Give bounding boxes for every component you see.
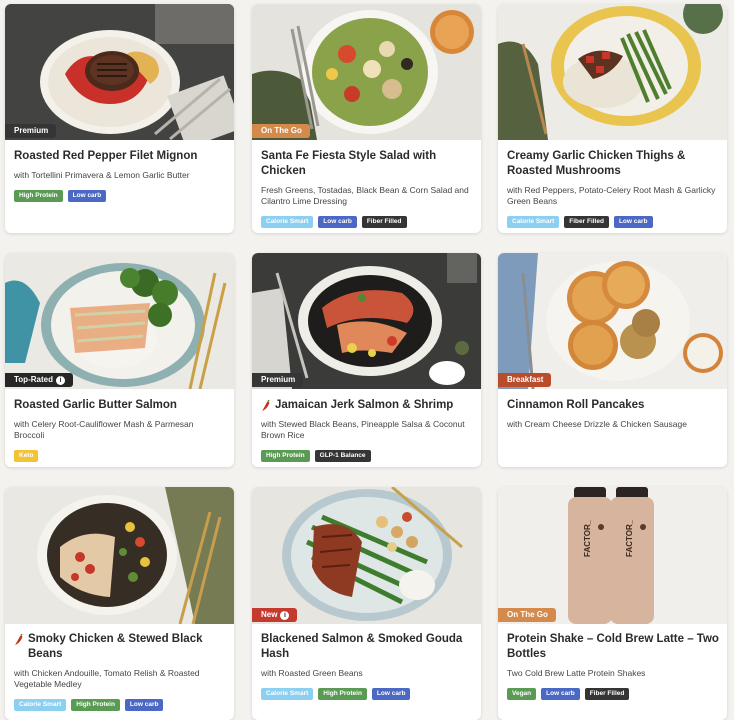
ribbon-label: On The Go	[507, 610, 548, 619]
diet-tag: Fiber Filled	[564, 216, 609, 228]
ribbon-label: Breakfast	[507, 375, 544, 384]
meal-subtitle: with Tortellini Primavera & Lemon Garlic…	[14, 170, 190, 180]
meal-title[interactable]: Roasted Garlic Butter Salmon	[14, 398, 226, 413]
ribbon-badge: Breakfast	[498, 373, 552, 387]
meal-title-text: Roasted Garlic Butter Salmon	[14, 399, 177, 411]
tag-list: High Protein Low carb	[14, 190, 226, 202]
info-icon[interactable]: i	[55, 375, 65, 385]
diet-tag: Low carb	[318, 216, 357, 228]
ribbon-label: Premium	[261, 375, 296, 384]
meal-photo[interactable]: Premium	[5, 4, 234, 140]
meal-title-text: Smoky Chicken & Stewed Black Beans	[28, 633, 203, 660]
meal-grid: Premium Roasted Red Pepper Filet Mignon …	[0, 0, 734, 720]
meal-title[interactable]: Smoky Chicken & Stewed Black Beans	[14, 632, 226, 662]
diet-tag: Low carb	[124, 699, 164, 711]
diet-tag: Low carb	[371, 688, 411, 700]
meal-card[interactable]: New i Blackened Salmon & Smoked Gouda Has…	[252, 487, 481, 720]
diet-tag: Keto	[14, 450, 39, 462]
meal-subtitle: with Red Peppers, Potato-Celery Root Mas…	[507, 185, 716, 206]
diet-tag: Vegan	[507, 688, 537, 700]
diet-tag: Calorie Smart	[14, 699, 67, 711]
meal-card[interactable]: Premium Jamaican Jerk Salmon & Shrimp wi…	[252, 253, 481, 467]
meal-title-text: Jamaican Jerk Salmon & Shrimp	[275, 399, 454, 411]
meal-title-text: Roasted Red Pepper Filet Mignon	[14, 150, 198, 162]
meal-title[interactable]: Roasted Red Pepper Filet Mignon	[14, 149, 226, 164]
tag-list: Vegan Low carb Fiber Filled	[507, 688, 719, 700]
meal-card[interactable]: On The Go Santa Fe Fiesta Style Salad wi…	[252, 4, 481, 233]
meal-subtitle: with Celery Root-Cauliflower Mash & Parm…	[14, 419, 194, 440]
meal-photo[interactable]: Breakfast	[498, 253, 727, 389]
diet-tag: High Protein	[318, 688, 367, 700]
diet-tag: Calorie Smart	[261, 688, 314, 700]
tag-list: Calorie Smart High Protein Low carb	[14, 699, 226, 711]
meal-title[interactable]: Protein Shake – Cold Brew Latte – Two Bo…	[507, 632, 719, 662]
meal-photo[interactable]: On The Go	[252, 4, 481, 140]
ribbon-label: On The Go	[261, 126, 302, 135]
diet-tag: Low carb	[541, 688, 580, 700]
spicy-chili-icon	[262, 400, 270, 411]
tag-list: Calorie Smart High Protein Low carb	[261, 688, 473, 700]
ribbon-label: Premium	[14, 126, 49, 135]
ribbon-label: New	[261, 610, 278, 619]
ribbon-badge: New i	[252, 608, 298, 622]
meal-card[interactable]: Breakfast Cinnamon Roll Pancakes with Cr…	[498, 253, 727, 467]
meal-title[interactable]: Blackened Salmon & Smoked Gouda Hash	[261, 632, 473, 662]
diet-tag: GLP-1 Balance	[314, 450, 371, 462]
tag-list: Calorie Smart Fiber Filled Low carb	[507, 216, 719, 228]
meal-subtitle: with Roasted Green Beans	[261, 668, 363, 678]
meal-title[interactable]: Santa Fe Fiesta Style Salad with Chicken	[261, 149, 473, 179]
diet-tag: Low carb	[613, 216, 653, 228]
diet-tag: Calorie Smart	[261, 216, 314, 228]
bottle-brand-text: FACTOR_	[625, 519, 634, 557]
tag-list: Keto	[14, 450, 226, 462]
meal-title-text: Protein Shake – Cold Brew Latte – Two Bo…	[507, 633, 719, 660]
meal-subtitle: Two Cold Brew Latte Protein Shakes	[507, 668, 646, 678]
meal-title-text: Santa Fe Fiesta Style Salad with Chicken	[261, 150, 437, 177]
meal-photo[interactable]: Premium	[252, 253, 481, 389]
meal-photo[interactable]: Top-Rated i	[5, 253, 234, 389]
meal-card[interactable]: Creamy Garlic Chicken Thighs & Roasted M…	[498, 4, 727, 233]
meal-title[interactable]: Cinnamon Roll Pancakes	[507, 398, 719, 413]
ribbon-label: Top-Rated	[14, 375, 53, 384]
meal-title-text: Creamy Garlic Chicken Thighs & Roasted M…	[507, 150, 686, 177]
meal-card[interactable]: Smoky Chicken & Stewed Black Beans with …	[5, 487, 234, 720]
meal-subtitle: with Cream Cheese Drizzle & Chicken Saus…	[507, 419, 687, 429]
ribbon-badge: Top-Rated i	[5, 373, 73, 387]
meal-photo[interactable]	[5, 487, 234, 624]
ribbon-badge: On The Go	[498, 608, 556, 622]
diet-tag: Low carb	[67, 190, 107, 202]
info-icon[interactable]: i	[280, 610, 290, 620]
diet-tag: Fiber Filled	[584, 688, 630, 700]
meal-title[interactable]: Jamaican Jerk Salmon & Shrimp	[261, 398, 473, 413]
bottle-brand-text: FACTOR_	[583, 519, 592, 557]
meal-card[interactable]: Top-Rated i Roasted Garlic Butter Salmon …	[5, 253, 234, 467]
tag-list: Calorie Smart Low carb Fiber Filled	[261, 216, 473, 228]
diet-tag: High Protein	[14, 190, 63, 202]
meal-title-text: Cinnamon Roll Pancakes	[507, 399, 645, 411]
meal-card[interactable]: FACTOR_ FACTOR_ On The Go Protein Shake …	[498, 487, 727, 720]
spicy-chili-icon	[15, 634, 23, 645]
meal-card[interactable]: Premium Roasted Red Pepper Filet Mignon …	[5, 4, 234, 233]
ribbon-badge: Premium	[252, 373, 304, 387]
diet-tag: Fiber Filled	[361, 216, 407, 228]
meal-photo[interactable]: New i	[252, 487, 481, 624]
meal-photo[interactable]: FACTOR_ FACTOR_ On The Go	[498, 487, 727, 624]
tag-list: High Protein GLP-1 Balance	[261, 450, 473, 462]
diet-tag: High Protein	[71, 699, 120, 711]
ribbon-badge: Premium	[5, 124, 57, 138]
ribbon-badge: On The Go	[252, 124, 310, 138]
diet-tag: High Protein	[261, 450, 310, 462]
meal-photo[interactable]	[498, 4, 727, 140]
meal-title[interactable]: Creamy Garlic Chicken Thighs & Roasted M…	[507, 149, 719, 179]
meal-title-text: Blackened Salmon & Smoked Gouda Hash	[261, 633, 463, 660]
diet-tag: Calorie Smart	[507, 216, 560, 228]
meal-subtitle: with Chicken Andouille, Tomato Relish & …	[14, 668, 200, 689]
meal-subtitle: with Stewed Black Beans, Pineapple Salsa…	[261, 419, 465, 440]
meal-subtitle: Fresh Greens, Tostadas, Black Bean & Cor…	[261, 185, 469, 206]
